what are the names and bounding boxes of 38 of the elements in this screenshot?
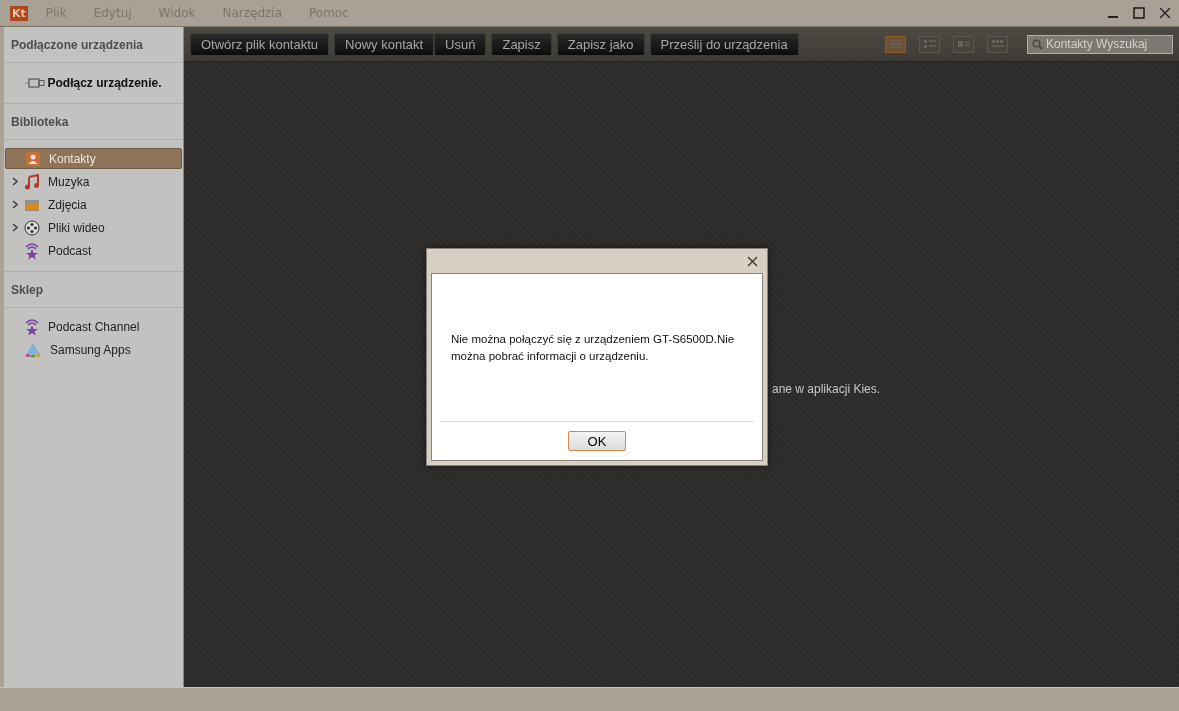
sidebar-item[interactable]: Podcast — [5, 240, 182, 261]
sidebar-item[interactable]: Kontakty — [5, 148, 182, 169]
triangle-apps-icon — [24, 341, 42, 358]
close-icon[interactable] — [747, 255, 758, 267]
sidebar-item[interactable]: Zdjęcia — [5, 194, 182, 215]
card-view-icon — [956, 39, 971, 49]
info-text: ane w aplikacji Kies. — [772, 382, 881, 396]
toolbar-button[interactable]: Usuń — [434, 32, 487, 56]
usb-plug-icon — [25, 78, 46, 88]
contact-icon — [25, 150, 41, 167]
search-field[interactable]: Kontakty Wyszukaj — [1027, 34, 1173, 54]
detail-list-icon — [922, 39, 937, 49]
toolbar-button[interactable]: Zapisz — [491, 32, 552, 56]
sidebar-item[interactable]: Samsung Apps — [5, 339, 182, 360]
error-message: Nie można połączyć się z urządzeniem GT-S6500D.Nie można pobrać informacji o urządzeniu. — [450, 331, 736, 364]
app-logo: Kt — [10, 5, 28, 21]
podcast-icon — [24, 241, 40, 260]
grid-view-icon — [990, 39, 1005, 49]
sidebar-item[interactable]: Podcast Channel — [5, 316, 182, 337]
list-view-icon — [888, 39, 903, 49]
podcast-icon — [24, 317, 40, 336]
music-note-icon — [24, 173, 40, 190]
folder-icon — [24, 197, 40, 212]
section-heading: Biblioteka — [4, 103, 183, 140]
sidebar-item[interactable]: Muzyka — [5, 171, 182, 192]
section-heading: Sklep — [4, 271, 183, 308]
maximize-icon[interactable] — [1133, 7, 1145, 19]
film-reel-icon — [24, 219, 40, 236]
search-icon — [1032, 38, 1043, 50]
ok-button[interactable]: OK — [568, 431, 626, 451]
toolbar-button[interactable]: Prześlij do urządzenia — [649, 32, 799, 56]
toolbar-button[interactable]: Zapisz jako — [556, 32, 645, 56]
section-heading: Podłączone urządzenia — [4, 27, 183, 63]
toolbar-button[interactable]: Nowy kontakt — [334, 32, 435, 56]
close-icon[interactable] — [1159, 7, 1171, 19]
sidebar-item[interactable]: Pliki wideo — [5, 217, 182, 238]
toolbar-button[interactable]: Otwórz plik kontaktu — [190, 32, 330, 56]
connect-device-label[interactable]: Podłącz urządzenie. — [47, 76, 162, 90]
